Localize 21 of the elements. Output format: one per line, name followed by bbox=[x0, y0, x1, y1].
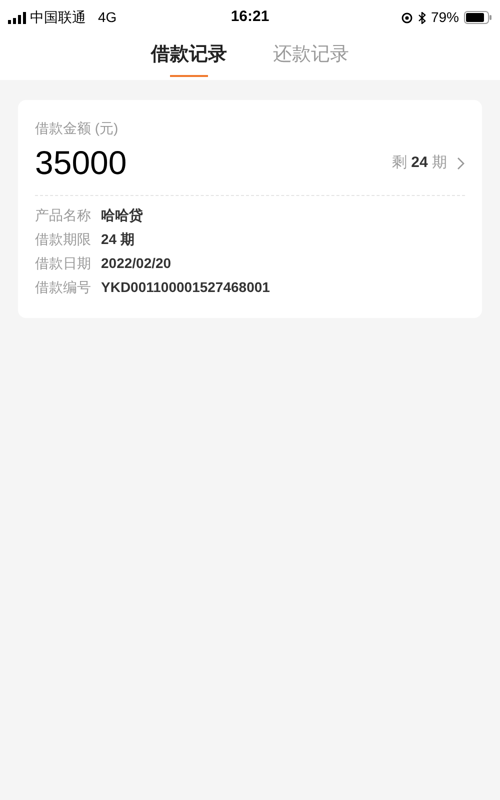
detail-label: 产品名称 bbox=[35, 206, 91, 224]
detail-label: 借款日期 bbox=[35, 254, 91, 272]
carrier-name: 中国联通 bbox=[30, 8, 86, 27]
tab[interactable]: 借款记录 bbox=[151, 41, 227, 80]
detail-value: YKD001100001527468001 bbox=[101, 278, 270, 296]
status-time: 16:21 bbox=[230, 7, 270, 28]
detail-label: 借款期限 bbox=[35, 230, 91, 248]
battery-percent: 79% bbox=[430, 8, 459, 27]
detail-value: 哈哈贷 bbox=[101, 206, 143, 224]
loan-amount: 35000 bbox=[35, 143, 127, 183]
remaining-periods: 剩 24 期 bbox=[392, 152, 447, 173]
rotation-lock-icon bbox=[400, 12, 413, 24]
chevron-right-icon[interactable] bbox=[457, 156, 465, 170]
amount-label: 借款金额 (元) bbox=[35, 119, 120, 138]
detail-value: 2022/02/20 bbox=[101, 254, 172, 272]
battery-icon bbox=[464, 11, 492, 24]
detail-value: 24 期 bbox=[101, 230, 134, 248]
network-type: 4G bbox=[98, 8, 117, 27]
signal-icon bbox=[8, 12, 26, 24]
detail-label: 借款编号 bbox=[35, 278, 91, 296]
bluetooth-icon bbox=[418, 12, 426, 24]
